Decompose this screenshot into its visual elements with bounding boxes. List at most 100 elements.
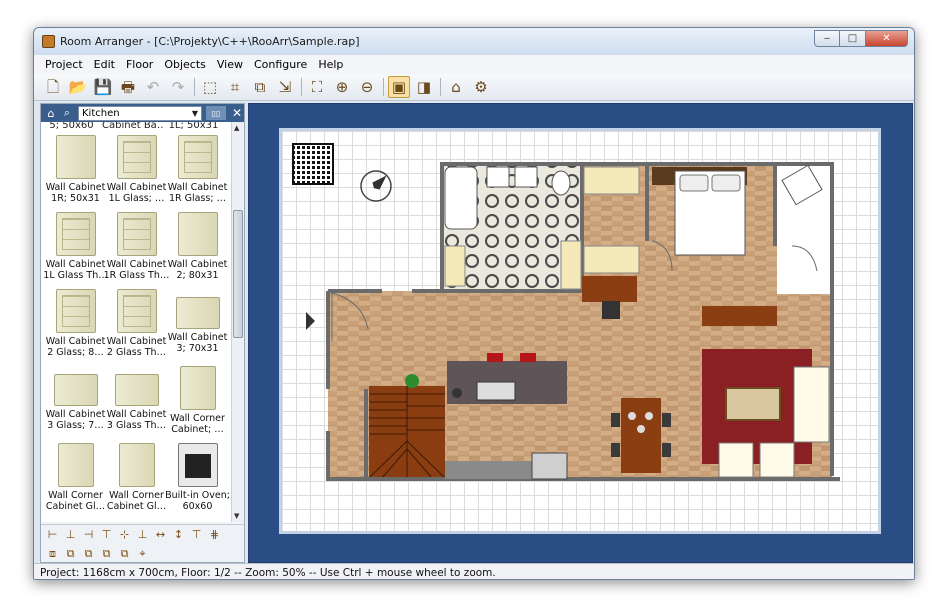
zoom-fit-icon[interactable]: ⛶ <box>306 76 328 98</box>
align-tool-icon[interactable]: ⋕ <box>206 527 223 543</box>
library-scrollbar[interactable]: ▲ ▼ <box>231 122 244 522</box>
view-3d-icon[interactable]: ◨ <box>413 76 435 98</box>
library-item[interactable]: Wall Cabinet 2 Glass; 8… <box>45 285 106 358</box>
library-item[interactable]: Wall Cabinet 1R Glass; … <box>167 131 228 204</box>
library-item-label: Wall Cabinet 2 Glass; 8… <box>46 336 106 358</box>
save-icon[interactable]: 💾 <box>92 76 114 98</box>
view-2d-icon[interactable]: ▣ <box>388 76 410 98</box>
cabinet-thumbnail <box>118 443 155 487</box>
library-item-label: Wall Corner Cabinet; … <box>170 413 225 435</box>
library-item[interactable]: Wall Cabinet 1L Glass Th… <box>43 208 108 281</box>
cabinet-thumbnail <box>55 135 96 179</box>
align-tool-icon[interactable]: ⊢ <box>44 527 61 543</box>
library-item[interactable]: Wall Corner Cabinet; … <box>167 362 228 435</box>
bar-stool <box>520 353 536 362</box>
align-row: ⊢ ⊥ ⊣ ⊤ ⊹ ⊥ ↔ ↕ ⊤ ⋕ <box>41 525 244 544</box>
toilet <box>551 170 571 196</box>
undo-icon[interactable]: ↶ <box>142 76 164 98</box>
room-properties-icon[interactable]: ⬚ <box>199 76 221 98</box>
menu-project[interactable]: Project <box>40 58 89 71</box>
floor-plan-paper[interactable] <box>279 128 881 534</box>
align-row: ⧈ ⧉ ⧉ ⧉ ⧉ ⌖ <box>41 544 244 563</box>
scroll-down-icon[interactable]: ▼ <box>234 512 239 520</box>
print-icon[interactable]: 🖶 <box>117 76 139 98</box>
zoom-out-icon[interactable]: ⊖ <box>356 76 378 98</box>
menu-floor[interactable]: Floor <box>121 58 159 71</box>
cabinet-bath-2 <box>560 240 582 290</box>
library-item[interactable]: Wall Cabinet 3 Glass Th… <box>106 362 167 435</box>
menu-objects[interactable]: Objects <box>159 58 212 71</box>
title-bar[interactable]: Room Arranger - [C:\Projekty\C++\RooArr\… <box>34 28 914 55</box>
library-item[interactable]: Wall Cabinet 1R Glass Th… <box>104 208 169 281</box>
toolbar-separator <box>383 78 384 96</box>
wall-tool-icon[interactable]: ⌗ <box>224 76 246 98</box>
library-item-line2: Cabinet; … <box>171 424 224 435</box>
library-item-line2: 1R Glass; … <box>168 193 227 204</box>
close-icon[interactable]: ✕ <box>232 106 242 120</box>
maximize-button[interactable]: □ <box>840 30 866 47</box>
align-tool-icon[interactable]: ⊥ <box>62 527 79 543</box>
align-tool-icon[interactable]: ⧉ <box>98 546 115 562</box>
menu-edit[interactable]: Edit <box>89 58 121 71</box>
library-item[interactable]: Built-in Oven; 60x60 <box>165 439 230 512</box>
library-item[interactable]: Wall Cabinet 3; 70x31 <box>167 285 228 358</box>
align-tool-icon[interactable]: ⊤ <box>98 527 115 543</box>
canvas-area[interactable] <box>248 103 913 563</box>
library-item[interactable]: Wall Cabinet 2 Glass Th… <box>106 285 167 358</box>
align-tool-icon[interactable]: ⊣ <box>80 527 97 543</box>
category-select[interactable]: Kitchen ▼ <box>78 105 202 121</box>
align-tool-icon[interactable]: ↔ <box>152 527 169 543</box>
align-tool-icon[interactable]: ⊤ <box>188 527 205 543</box>
library-item[interactable]: Wall Cabinet 3 Glass; 7… <box>45 362 106 435</box>
objects-3d-icon[interactable]: ⌂ <box>445 76 467 98</box>
category-value: Kitchen <box>82 107 120 119</box>
library-item[interactable]: Wall Corner Cabinet Gl… <box>106 439 167 512</box>
align-tool-icon[interactable]: ⌖ <box>134 546 151 562</box>
plant <box>405 374 419 388</box>
align-tool-icon[interactable]: ⧉ <box>116 546 133 562</box>
library-item-line2: 1L Glass Th… <box>43 270 108 281</box>
search-icon[interactable]: ⌕ <box>60 106 74 120</box>
align-tool-icon[interactable]: ↕ <box>170 527 187 543</box>
library-item-line2: 1L Glass; … <box>108 193 165 204</box>
align-tool-icon[interactable]: ⧉ <box>80 546 97 562</box>
library-item-label: Wall Cabinet 1L Glass Th… <box>43 259 107 281</box>
new-project-icon[interactable]: 🗋 <box>42 76 64 98</box>
partial-label: 5; 50x60 <box>49 122 94 131</box>
library-item-line1: Wall Cabinet <box>106 259 167 270</box>
object-grid: Wall Cabinet 1R; 50x31 Wall Cabinet 1L Glas… <box>41 131 231 512</box>
library-item[interactable]: Wall Cabinet 1R; 50x31 <box>45 131 106 204</box>
open-folder-icon[interactable]: 📂 <box>67 76 89 98</box>
dining-table <box>621 398 661 473</box>
menu-configure[interactable]: Configure <box>249 58 313 71</box>
align-tool-icon[interactable]: ⊹ <box>116 527 133 543</box>
menu-view[interactable]: View <box>212 58 249 71</box>
align-tool-icon[interactable]: ⊥ <box>134 527 151 543</box>
entrance-marker <box>306 312 315 330</box>
partial-label: Cabinet Ba… <box>102 122 163 131</box>
library-item[interactable]: Wall Corner Cabinet Gl… <box>45 439 106 512</box>
minimize-button[interactable]: ‒ <box>814 30 840 47</box>
library-item[interactable]: Wall Cabinet 1L Glass; … <box>106 131 167 204</box>
align-tool-icon[interactable]: ⧉ <box>62 546 79 562</box>
library-item[interactable]: Wall Cabinet 2; 80x31 <box>167 208 228 281</box>
home-icon[interactable]: ⌂ <box>44 106 58 120</box>
add-object-icon[interactable]: ⧉ <box>249 76 271 98</box>
library-item-label: Wall Cabinet 1R Glass; … <box>168 182 228 204</box>
measure-icon[interactable]: ⇲ <box>274 76 296 98</box>
align-tool-icon[interactable]: ⧈ <box>44 546 61 562</box>
window-title: Room Arranger - [C:\Projekty\C++\RooArr\… <box>60 35 360 48</box>
settings-icon[interactable]: ⚙ <box>470 76 492 98</box>
redo-icon[interactable]: ↷ <box>167 76 189 98</box>
scrollbar-thumb[interactable] <box>233 210 243 338</box>
zoom-in-icon[interactable]: ⊕ <box>331 76 353 98</box>
scroll-up-icon[interactable]: ▲ <box>234 124 239 132</box>
status-bar: Project: 1168cm x 700cm, Floor: 1/2 -- Z… <box>34 563 914 579</box>
menu-help[interactable]: Help <box>313 58 349 71</box>
pin-icon[interactable]: ▯▯ <box>206 106 226 120</box>
close-button[interactable]: ✕ <box>866 30 908 47</box>
partial-row: 5; 50x60 Cabinet Ba… 1L; 50x31 <box>41 122 231 131</box>
wardrobe <box>583 166 640 195</box>
staircase <box>368 386 446 479</box>
floor-plan[interactable] <box>282 131 878 531</box>
